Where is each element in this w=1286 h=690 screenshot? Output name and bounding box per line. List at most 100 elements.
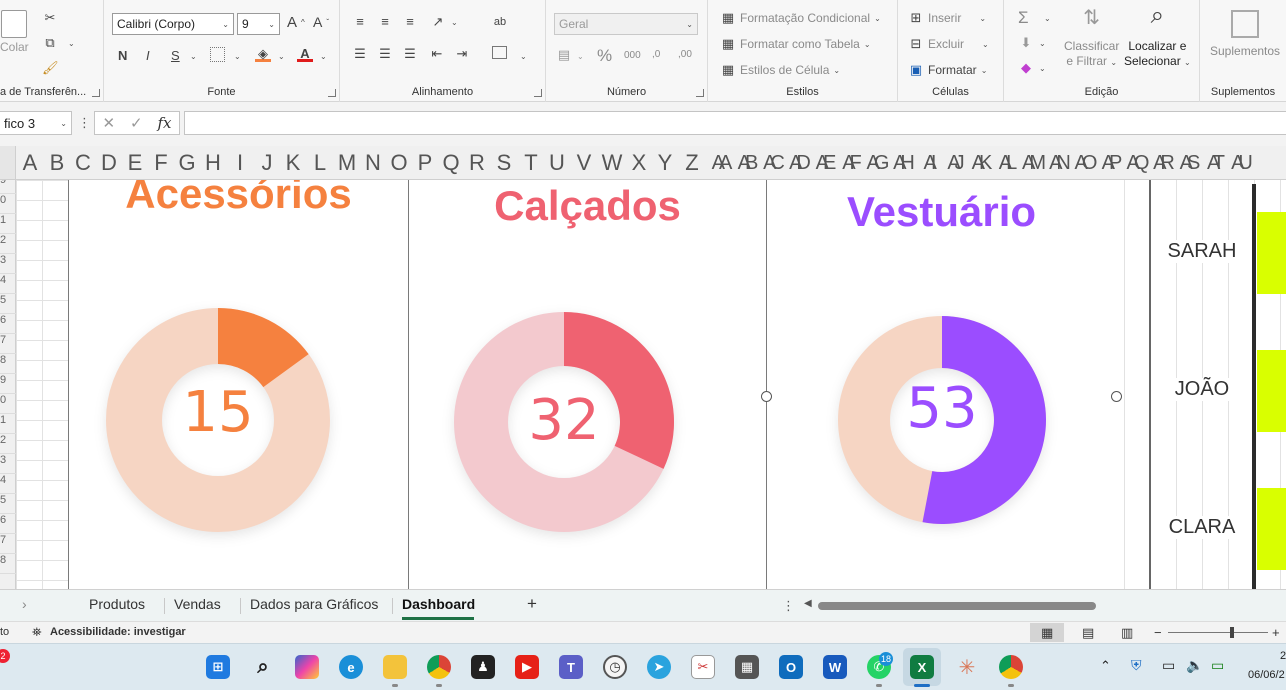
column-header[interactable]: C bbox=[70, 146, 96, 179]
align-top-icon[interactable]: ≡ bbox=[352, 14, 368, 30]
column-header[interactable]: N bbox=[360, 146, 386, 179]
column-header[interactable]: W bbox=[598, 146, 626, 179]
align-left-icon[interactable]: ☰ bbox=[352, 46, 368, 62]
font-color-chevron-icon[interactable]: ⌄ bbox=[320, 52, 327, 61]
wrap-text-icon[interactable]: ab bbox=[492, 14, 508, 30]
row-header[interactable]: 0 bbox=[0, 394, 16, 414]
merge-icon[interactable] bbox=[492, 46, 507, 59]
scroll-tabs-right-icon[interactable]: › bbox=[22, 596, 27, 612]
column-header[interactable]: V bbox=[570, 146, 598, 179]
clear-chevron-icon[interactable]: ⌄ bbox=[1039, 64, 1046, 73]
column-header[interactable]: J bbox=[254, 146, 280, 179]
fill-chevron-icon[interactable]: ⌄ bbox=[1039, 39, 1046, 48]
column-header[interactable]: P bbox=[412, 146, 438, 179]
copy-chevron-icon[interactable]: ⌄ bbox=[68, 39, 75, 48]
calculator-icon[interactable]: ▦ bbox=[735, 655, 759, 679]
column-header[interactable]: AI bbox=[914, 146, 940, 179]
row-header[interactable]: 3 bbox=[0, 254, 16, 274]
column-header[interactable]: AA bbox=[706, 146, 733, 179]
column-header[interactable]: AU bbox=[1226, 146, 1253, 179]
chrome-profile-icon[interactable] bbox=[999, 655, 1023, 679]
column-header[interactable]: AN bbox=[1044, 146, 1071, 179]
column-header[interactable]: AE bbox=[810, 146, 837, 179]
increase-decimal-button[interactable]: ,0 bbox=[652, 49, 660, 60]
sheet-tab-dados-para-gráficos[interactable]: Dados para Gráficos bbox=[250, 596, 378, 612]
clear-icon[interactable]: ◆ bbox=[1018, 60, 1034, 76]
delete-button[interactable]: ⊟ Excluir ⌄ bbox=[908, 36, 989, 52]
row-header[interactable]: 5 bbox=[0, 494, 16, 514]
find-select-button[interactable]: ⌕ Localizar e Selecionar ⌄ bbox=[1124, 4, 1191, 69]
format-painter-icon[interactable]: 🖌 bbox=[42, 60, 59, 76]
font-name-dropdown[interactable]: Calibri (Corpo) ⌄ bbox=[112, 13, 234, 35]
conditional-format-button[interactable]: ▦ Formatação Condicional ⌄ bbox=[720, 10, 881, 26]
column-header[interactable]: AR bbox=[1148, 146, 1175, 179]
clock-icon[interactable]: ◷ bbox=[603, 655, 627, 679]
zoom-slider-thumb[interactable] bbox=[1230, 627, 1234, 638]
font-launcher-icon[interactable] bbox=[328, 89, 336, 97]
page-break-icon[interactable]: ▥ bbox=[1121, 625, 1133, 641]
claude-icon[interactable]: ✳ bbox=[955, 655, 979, 679]
column-header[interactable]: I bbox=[226, 146, 254, 179]
column-header[interactable]: A bbox=[16, 146, 44, 179]
row-header[interactable]: 2 bbox=[0, 434, 16, 454]
column-header[interactable]: AM bbox=[1018, 146, 1046, 179]
row-header[interactable]: 8 bbox=[0, 354, 16, 374]
borders-chevron-icon[interactable]: ⌄ bbox=[234, 52, 241, 61]
scrollbar-thumb[interactable] bbox=[818, 602, 1096, 610]
teams-icon[interactable]: T bbox=[559, 655, 583, 679]
font-size-dropdown[interactable]: 9 ⌄ bbox=[237, 13, 280, 35]
row-header[interactable]: 4 bbox=[0, 274, 16, 294]
snipping-tool-icon[interactable]: ✂ bbox=[691, 655, 715, 679]
word-icon[interactable]: W bbox=[823, 655, 847, 679]
edge-icon[interactable]: e bbox=[339, 655, 363, 679]
alignment-launcher-icon[interactable] bbox=[534, 89, 542, 97]
copy-icon[interactable]: ⧉ bbox=[42, 35, 58, 51]
row-header[interactable]: 0 bbox=[0, 194, 16, 214]
column-header[interactable]: D bbox=[96, 146, 122, 179]
autosum-chevron-icon[interactable]: ⌄ bbox=[1044, 14, 1051, 23]
column-header[interactable]: Z bbox=[678, 146, 706, 179]
sort-filter-button[interactable]: ⇅ Classificar e Filtrar ⌄ bbox=[1064, 8, 1119, 68]
cancel-icon[interactable]: ✕ bbox=[102, 114, 115, 132]
column-header[interactable]: AK bbox=[966, 146, 993, 179]
fill-icon[interactable]: ⬇ bbox=[1018, 35, 1034, 51]
column-header[interactable]: AT bbox=[1200, 146, 1226, 179]
chart-panel-2[interactable]: Calçados 32 bbox=[408, 180, 766, 589]
telegram-icon[interactable]: ➤ bbox=[647, 655, 671, 679]
row-header[interactable]: 9 bbox=[0, 180, 16, 194]
column-header[interactable]: U bbox=[544, 146, 570, 179]
chart-panel-1[interactable]: Acessórios 15 bbox=[68, 180, 408, 589]
borders-icon[interactable] bbox=[210, 47, 225, 62]
column-header[interactable]: T bbox=[518, 146, 544, 179]
row-header[interactable]: 8 bbox=[0, 554, 16, 574]
align-bottom-icon[interactable]: ≡ bbox=[402, 14, 418, 30]
battery-icon[interactable]: ▭ bbox=[1211, 657, 1224, 674]
chrome-icon[interactable] bbox=[427, 655, 451, 679]
more-options-icon[interactable]: ⋮ bbox=[78, 115, 91, 131]
column-header[interactable]: L bbox=[306, 146, 334, 179]
column-header[interactable]: S bbox=[490, 146, 518, 179]
select-all-corner[interactable] bbox=[0, 146, 16, 179]
italic-button[interactable]: I bbox=[146, 48, 150, 63]
column-header[interactable]: AH bbox=[888, 146, 915, 179]
column-header[interactable]: F bbox=[148, 146, 174, 179]
column-header[interactable]: G bbox=[174, 146, 200, 179]
clipboard-launcher-icon[interactable] bbox=[92, 89, 100, 97]
align-middle-icon[interactable]: ≡ bbox=[377, 14, 393, 30]
chart-panel-3[interactable]: Vestuário 53 bbox=[766, 180, 1116, 589]
column-header[interactable]: Y bbox=[652, 146, 678, 179]
number-launcher-icon[interactable] bbox=[696, 89, 704, 97]
increase-font-button[interactable]: A ^ bbox=[287, 14, 305, 31]
column-header[interactable]: H bbox=[200, 146, 226, 179]
reader-app-icon[interactable]: ♟ bbox=[471, 655, 495, 679]
column-header[interactable]: AD bbox=[784, 146, 811, 179]
sheet-tab-dashboard[interactable]: Dashboard bbox=[402, 596, 475, 612]
insert-function-icon[interactable]: fx bbox=[158, 114, 172, 132]
column-header[interactable]: X bbox=[626, 146, 652, 179]
chart-resize-handle-left[interactable] bbox=[761, 391, 772, 402]
accessibility-status[interactable]: Acessibilidade: investigar bbox=[50, 626, 186, 638]
underline-button[interactable]: S bbox=[171, 48, 180, 63]
outlook-icon[interactable]: O bbox=[779, 655, 803, 679]
percent-button[interactable]: % bbox=[597, 46, 612, 66]
align-center-icon[interactable]: ☰ bbox=[377, 46, 393, 62]
